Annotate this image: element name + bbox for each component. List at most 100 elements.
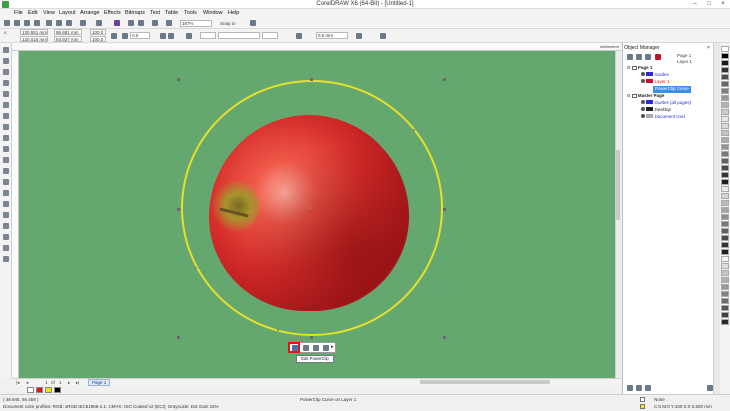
selection-handle-top-right[interactable] — [443, 78, 446, 81]
collapse-icon[interactable]: ⊟ — [627, 65, 630, 70]
curve-node[interactable] — [227, 106, 229, 108]
palette-swatch[interactable] — [721, 88, 729, 94]
next-page-icon[interactable]: ▸ — [68, 380, 70, 386]
palette-swatch[interactable] — [721, 95, 729, 101]
palette-swatch[interactable] — [721, 207, 729, 213]
palette-swatch[interactable] — [721, 284, 729, 290]
menu-arrange[interactable]: Arrange — [80, 10, 100, 16]
fill-tool-icon[interactable] — [3, 245, 9, 251]
width-field[interactable]: 96.681 mm — [54, 29, 82, 35]
horizontal-ruler[interactable]: millimeters — [12, 43, 621, 51]
application-launcher-icon[interactable] — [166, 20, 172, 26]
palette-swatch[interactable] — [721, 305, 729, 311]
no-fill-swatch[interactable] — [27, 387, 34, 393]
outline-indicator-icon[interactable] — [640, 404, 645, 409]
menu-text[interactable]: Text — [150, 10, 160, 16]
vertical-ruler[interactable] — [12, 51, 19, 378]
docker-close-icon[interactable]: × — [707, 45, 710, 51]
copy-icon[interactable] — [56, 20, 62, 26]
maximize-icon[interactable]: □ — [702, 0, 716, 9]
wrap-text-icon[interactable] — [296, 33, 302, 39]
visibility-eye-icon[interactable] — [641, 114, 645, 118]
new-master-layer-icon[interactable] — [636, 385, 642, 391]
to-front-icon[interactable] — [356, 33, 362, 39]
export-icon[interactable] — [138, 20, 144, 26]
eyedropper-tool-icon[interactable] — [3, 223, 9, 229]
mirror-vertical-icon[interactable] — [168, 33, 174, 39]
edit-across-layers-icon[interactable] — [655, 54, 661, 60]
vertical-scroll-thumb[interactable] — [616, 150, 620, 220]
palette-swatch[interactable] — [721, 256, 729, 262]
palette-swatch[interactable] — [721, 193, 729, 199]
selection-handle-top-middle[interactable] — [310, 78, 313, 81]
blend-tool-icon[interactable] — [3, 201, 9, 207]
menu-bitmaps[interactable]: Bitmaps — [125, 10, 145, 16]
lock-contents-icon[interactable] — [323, 345, 329, 351]
palette-swatch[interactable] — [721, 291, 729, 297]
open-icon[interactable] — [14, 20, 20, 26]
show-object-properties-icon[interactable] — [645, 54, 651, 60]
curve-node[interactable] — [413, 129, 415, 131]
tree-guides[interactable]: Guides — [641, 72, 669, 79]
visibility-eye-icon[interactable] — [641, 107, 645, 111]
menu-effects[interactable]: Effects — [104, 10, 121, 16]
visibility-eye-icon[interactable] — [641, 100, 645, 104]
new-layer-icon[interactable] — [627, 385, 633, 391]
fill-indicator-icon[interactable] — [640, 397, 645, 402]
palette-swatch-black[interactable] — [721, 53, 729, 59]
palette-swatch[interactable] — [721, 228, 729, 234]
powerclip-ellipse-outline[interactable] — [181, 80, 443, 336]
horizontal-scroll-thumb[interactable] — [420, 380, 550, 384]
lock-ratio-icon[interactable] — [111, 33, 117, 39]
palette-swatch-white[interactable] — [721, 46, 729, 52]
snap-to-dropdown[interactable]: Snap to — [220, 21, 236, 26]
extract-contents-icon[interactable] — [313, 345, 319, 351]
more-options-arrow-icon[interactable]: ▸ — [331, 344, 334, 350]
selection-handle-middle-right[interactable] — [443, 208, 446, 211]
tree-guides-all-pages[interactable]: Guides (all pages) — [641, 100, 691, 107]
align-icon[interactable] — [186, 33, 192, 39]
dimension-tool-icon[interactable] — [3, 179, 9, 185]
zoom-tool-icon[interactable] — [3, 80, 9, 86]
yellow-swatch[interactable] — [45, 387, 52, 393]
tab-page-1[interactable]: Page 1 — [88, 379, 111, 386]
last-page-icon[interactable]: ▸| — [76, 380, 79, 386]
rotation-field[interactable]: 0.0 — [130, 32, 150, 39]
outline-pen-tool-icon[interactable] — [3, 234, 9, 240]
start-arrowhead-select[interactable] — [200, 32, 216, 39]
undo-icon[interactable] — [80, 20, 86, 26]
menu-view[interactable]: View — [43, 10, 55, 16]
menu-tools[interactable]: Tools — [184, 10, 197, 16]
tree-layer-1[interactable]: Layer 1 — [641, 79, 670, 86]
height-field[interactable]: 93.937 mm — [54, 36, 82, 42]
zoom-level-select[interactable]: 187% — [180, 20, 212, 27]
palette-swatch[interactable] — [721, 151, 729, 157]
crop-tool-icon[interactable] — [3, 69, 9, 75]
palette-swatch[interactable] — [721, 123, 729, 129]
tree-document-grid[interactable]: Document Grid — [641, 114, 685, 121]
palette-swatch[interactable] — [721, 81, 729, 87]
pick-tool-icon[interactable] — [3, 47, 9, 53]
visibility-eye-icon[interactable] — [641, 72, 645, 76]
menu-table[interactable]: Table — [165, 10, 178, 16]
palette-swatch[interactable] — [721, 319, 729, 325]
select-contents-icon[interactable] — [303, 345, 309, 351]
red-swatch[interactable] — [36, 387, 43, 393]
new-master-layer-all-pages-icon[interactable] — [645, 385, 651, 391]
minimize-icon[interactable]: – — [688, 0, 702, 9]
tree-master-page[interactable]: ⊟ Master Page — [627, 93, 664, 100]
options-gear-icon[interactable] — [250, 20, 256, 26]
palette-swatch[interactable] — [721, 270, 729, 276]
collapse-icon[interactable]: ⊟ — [627, 93, 630, 98]
layer-manager-view-icon[interactable] — [636, 54, 642, 60]
menu-edit[interactable]: Edit — [28, 10, 37, 16]
redo-icon[interactable] — [96, 20, 102, 26]
end-arrowhead-select[interactable] — [262, 32, 278, 39]
palette-swatch[interactable] — [721, 312, 729, 318]
freehand-tool-icon[interactable] — [3, 91, 9, 97]
save-icon[interactable] — [24, 20, 30, 26]
transparency-tool-icon[interactable] — [3, 212, 9, 218]
palette-swatch[interactable] — [721, 242, 729, 248]
tree-page-1[interactable]: ⊟ Page 1 — [627, 65, 652, 72]
outline-width-field[interactable]: 0.5 mm — [316, 32, 348, 39]
